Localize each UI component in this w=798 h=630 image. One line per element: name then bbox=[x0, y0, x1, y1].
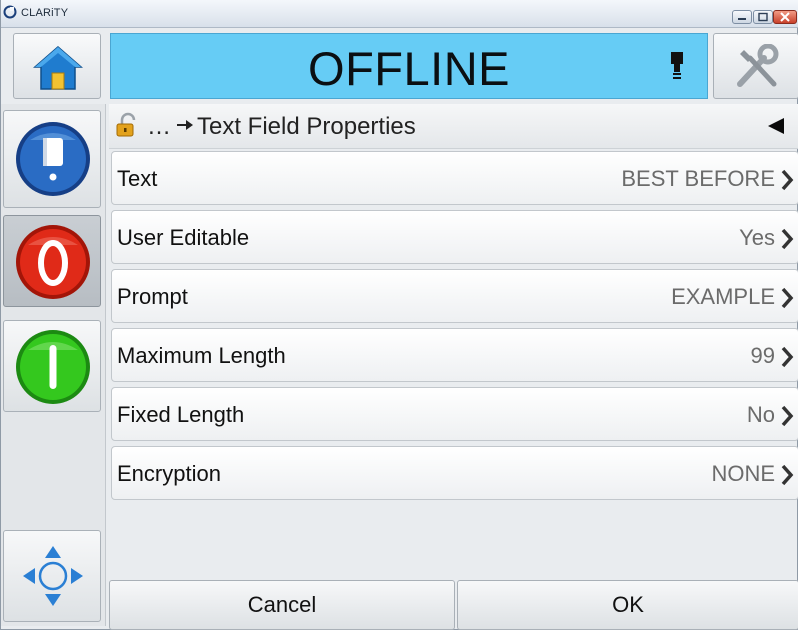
chevron-right-icon bbox=[781, 464, 794, 486]
property-value: EXAMPLE bbox=[671, 284, 775, 309]
start-button[interactable] bbox=[3, 320, 101, 412]
minimize-icon bbox=[738, 18, 746, 20]
title-bar[interactable]: CLARiTY bbox=[1, 0, 798, 28]
navigation-button[interactable] bbox=[3, 530, 101, 622]
property-value: No bbox=[746, 402, 775, 427]
chevron-right-icon bbox=[781, 287, 794, 309]
chevron-right-icon bbox=[781, 405, 794, 427]
property-label: Encryption bbox=[117, 461, 221, 486]
chevron-right-icon bbox=[781, 346, 794, 368]
minimize-button[interactable] bbox=[732, 10, 752, 24]
start-icon bbox=[16, 330, 90, 404]
ok-button[interactable]: OK bbox=[457, 580, 798, 630]
property-label: Maximum Length bbox=[117, 343, 286, 368]
information-button[interactable] bbox=[3, 110, 101, 208]
printer-status-bar: OFFLINE bbox=[110, 33, 708, 99]
close-button[interactable] bbox=[773, 10, 797, 24]
property-row-prompt[interactable]: Prompt EXAMPLE bbox=[111, 269, 798, 323]
printhead-icon bbox=[671, 52, 683, 79]
property-label: User Editable bbox=[117, 225, 250, 250]
cancel-button[interactable]: Cancel bbox=[109, 580, 455, 630]
maximize-button[interactable] bbox=[753, 10, 773, 24]
chevron-right-icon bbox=[781, 169, 794, 191]
property-value: 99 bbox=[750, 343, 775, 368]
page-title: Text Field Properties bbox=[197, 113, 416, 140]
navigation-arrows-icon bbox=[23, 546, 83, 606]
chevron-right-icon bbox=[781, 228, 794, 250]
close-icon bbox=[780, 12, 790, 22]
home-icon bbox=[33, 46, 83, 90]
clarity-logo-icon bbox=[3, 5, 17, 19]
home-button[interactable] bbox=[13, 33, 101, 99]
breadcrumb-ellipsis[interactable]: … bbox=[147, 113, 171, 141]
tools-icon bbox=[737, 44, 779, 87]
stop-icon bbox=[16, 225, 90, 299]
property-row-fixed-length[interactable]: Fixed Length No bbox=[111, 387, 798, 441]
maximize-icon bbox=[758, 12, 768, 22]
property-row-text[interactable]: Text BEST BEFORE bbox=[111, 151, 798, 205]
status-text: OFFLINE bbox=[308, 42, 510, 95]
property-value: Yes bbox=[739, 225, 775, 250]
back-triangle-icon[interactable] bbox=[766, 116, 786, 136]
information-book-icon bbox=[16, 122, 90, 196]
property-value: BEST BEFORE bbox=[621, 166, 775, 191]
window-title: CLARiTY bbox=[21, 7, 69, 19]
property-row-user-editable[interactable]: User Editable Yes bbox=[111, 210, 798, 264]
property-label: Prompt bbox=[117, 284, 188, 309]
property-row-maximum-length[interactable]: Maximum Length 99 bbox=[111, 328, 798, 382]
breadcrumb: … Text Field Properties bbox=[109, 104, 798, 149]
stop-button[interactable] bbox=[3, 215, 101, 307]
property-label: Fixed Length bbox=[117, 402, 245, 427]
lock-icon[interactable] bbox=[114, 112, 140, 138]
right-arrow-icon bbox=[177, 120, 193, 130]
tools-button[interactable] bbox=[713, 33, 798, 99]
property-value: NONE bbox=[711, 461, 775, 486]
app-window: CLARiTY OFFLINE … Text Field Properties … bbox=[0, 0, 798, 630]
property-label: Text bbox=[117, 166, 158, 191]
property-row-encryption[interactable]: Encryption NONE bbox=[111, 446, 798, 500]
